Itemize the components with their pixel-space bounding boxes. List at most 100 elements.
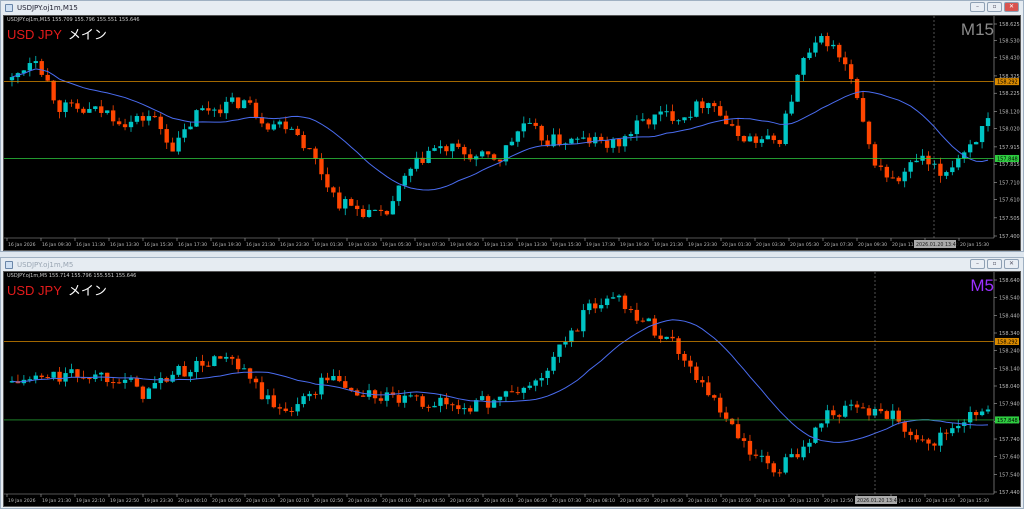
candle-body bbox=[610, 138, 616, 148]
time-axis-label: 20 Jan 06:50 bbox=[518, 498, 547, 504]
chart-m15[interactable]: 158.625 158.530 158.430 158.325 158.225 158.1… bbox=[3, 15, 1021, 251]
candle-body bbox=[712, 103, 717, 107]
candle-body bbox=[152, 116, 157, 118]
candle-body bbox=[170, 142, 175, 152]
chart-canvas: 158.640 158.540 158.440 158.340 158.240 158.1… bbox=[4, 272, 1020, 504]
candle-body bbox=[146, 116, 152, 121]
candle-body bbox=[688, 116, 693, 118]
candle-body bbox=[914, 435, 919, 440]
price-axis-label: 158.225 bbox=[999, 91, 1020, 97]
candle-body bbox=[747, 440, 753, 455]
candle-body bbox=[890, 177, 895, 179]
candle-body bbox=[694, 366, 699, 381]
minimize-button[interactable]: – bbox=[970, 259, 985, 269]
candle-body bbox=[224, 356, 229, 359]
candle-body bbox=[533, 122, 538, 126]
price-axis-label: 158.440 bbox=[999, 313, 1020, 319]
candle-body bbox=[87, 378, 92, 380]
candle-body bbox=[9, 77, 15, 81]
time-axis-label: 20 Jan 06:10 bbox=[484, 498, 513, 504]
candle-body bbox=[831, 410, 836, 416]
candle-body bbox=[718, 106, 723, 116]
close-button[interactable]: ✕ bbox=[1004, 2, 1019, 12]
time-axis-label: 19 Jan 11:30 bbox=[484, 242, 513, 248]
candle-body bbox=[819, 36, 824, 43]
candle-body bbox=[164, 129, 169, 143]
title-bar[interactable]: USDJPY.oj1m,M15 bbox=[1, 1, 1023, 14]
price-axis-label: 158.625 bbox=[999, 22, 1020, 28]
minimize-button[interactable]: – bbox=[970, 2, 985, 12]
candle-body bbox=[813, 427, 818, 443]
symbol-name: USD JPY bbox=[7, 27, 62, 42]
candle-body bbox=[366, 209, 372, 217]
candle-body bbox=[694, 101, 699, 117]
candle-body bbox=[593, 136, 598, 144]
title-bar[interactable]: USDJPY.oj1m,M5 bbox=[1, 258, 1023, 271]
chart-m5[interactable]: 158.640 158.540 158.440 158.340 158.240 158.1… bbox=[3, 271, 1021, 507]
price-tag-label: 158.292 bbox=[997, 339, 1018, 345]
close-button[interactable]: ✕ bbox=[1004, 259, 1019, 269]
candle-body bbox=[354, 390, 360, 396]
price-axis-label: 158.430 bbox=[999, 56, 1020, 62]
price-axis-label: 157.400 bbox=[999, 234, 1020, 240]
candle-body bbox=[747, 136, 753, 142]
candle-body bbox=[652, 114, 657, 125]
candle-body bbox=[718, 397, 723, 413]
candle-body bbox=[116, 121, 122, 125]
candle-body bbox=[105, 110, 110, 113]
time-axis-label: 20 Jan 00:10 bbox=[178, 498, 207, 504]
candle-body bbox=[206, 365, 211, 367]
candle-body bbox=[664, 111, 669, 113]
price-tag-label: 157.848 bbox=[997, 418, 1018, 424]
candle-body bbox=[599, 305, 604, 309]
time-axis-label: 19 Jan 19:30 bbox=[620, 242, 649, 248]
restore-button[interactable]: ▫ bbox=[987, 259, 1002, 269]
candle-body bbox=[604, 140, 610, 148]
candle-body bbox=[218, 109, 223, 114]
time-axis-label: 19 Jan 21:30 bbox=[42, 498, 71, 504]
restore-button[interactable]: ▫ bbox=[987, 2, 1002, 12]
candle-body bbox=[908, 431, 913, 436]
candle-body bbox=[313, 148, 318, 159]
time-axis-label: 16 Jan 15:30 bbox=[144, 242, 173, 248]
candle-body bbox=[979, 126, 985, 143]
window-title: USDJPY.oj1m,M15 bbox=[17, 3, 78, 12]
candle-body bbox=[69, 369, 74, 374]
time-axis-label: 20 Jan 02:50 bbox=[314, 498, 343, 504]
price-axis-label: 158.540 bbox=[999, 296, 1020, 302]
time-axis-label: 20 Jan 09:30 bbox=[858, 242, 887, 248]
candle-body bbox=[218, 356, 223, 359]
candle-body bbox=[956, 425, 961, 429]
window-title: USDJPY.oj1m,M5 bbox=[17, 260, 74, 269]
candle-body bbox=[569, 138, 574, 144]
candle-body bbox=[87, 108, 92, 113]
candle-body bbox=[616, 138, 622, 147]
candle-body bbox=[795, 454, 800, 458]
price-axis-label: 157.915 bbox=[999, 145, 1020, 151]
candle-body bbox=[194, 110, 199, 127]
time-axis-label: 16 Jan 19:30 bbox=[212, 242, 241, 248]
candle-body bbox=[801, 58, 806, 75]
time-axis-label: 20 Jan 11:30 bbox=[756, 498, 785, 504]
candle-body bbox=[182, 366, 187, 377]
candle-body bbox=[920, 439, 925, 441]
candle-body bbox=[45, 74, 50, 81]
candle-body bbox=[902, 171, 907, 182]
candle-body bbox=[110, 382, 116, 384]
time-axis-label: 20 Jan 00:50 bbox=[212, 498, 241, 504]
candle-body bbox=[479, 396, 485, 401]
candle-body bbox=[848, 404, 854, 406]
time-axis-label: 19 Jan 09:30 bbox=[450, 242, 479, 248]
candle-body bbox=[39, 61, 44, 75]
time-axis-label: 20 Jan 07:30 bbox=[552, 498, 581, 504]
crosshair-time-label: 2026.01.20 13:40 bbox=[857, 498, 900, 504]
candle-body bbox=[462, 408, 467, 410]
candle-body bbox=[283, 408, 288, 411]
candle-body bbox=[551, 356, 556, 371]
candle-body bbox=[426, 406, 431, 408]
candle-body bbox=[509, 141, 515, 146]
candle-body bbox=[51, 80, 56, 101]
candle-body bbox=[182, 129, 187, 138]
time-axis-label: 20 Jan 01:30 bbox=[722, 242, 751, 248]
candle-body bbox=[973, 142, 979, 145]
